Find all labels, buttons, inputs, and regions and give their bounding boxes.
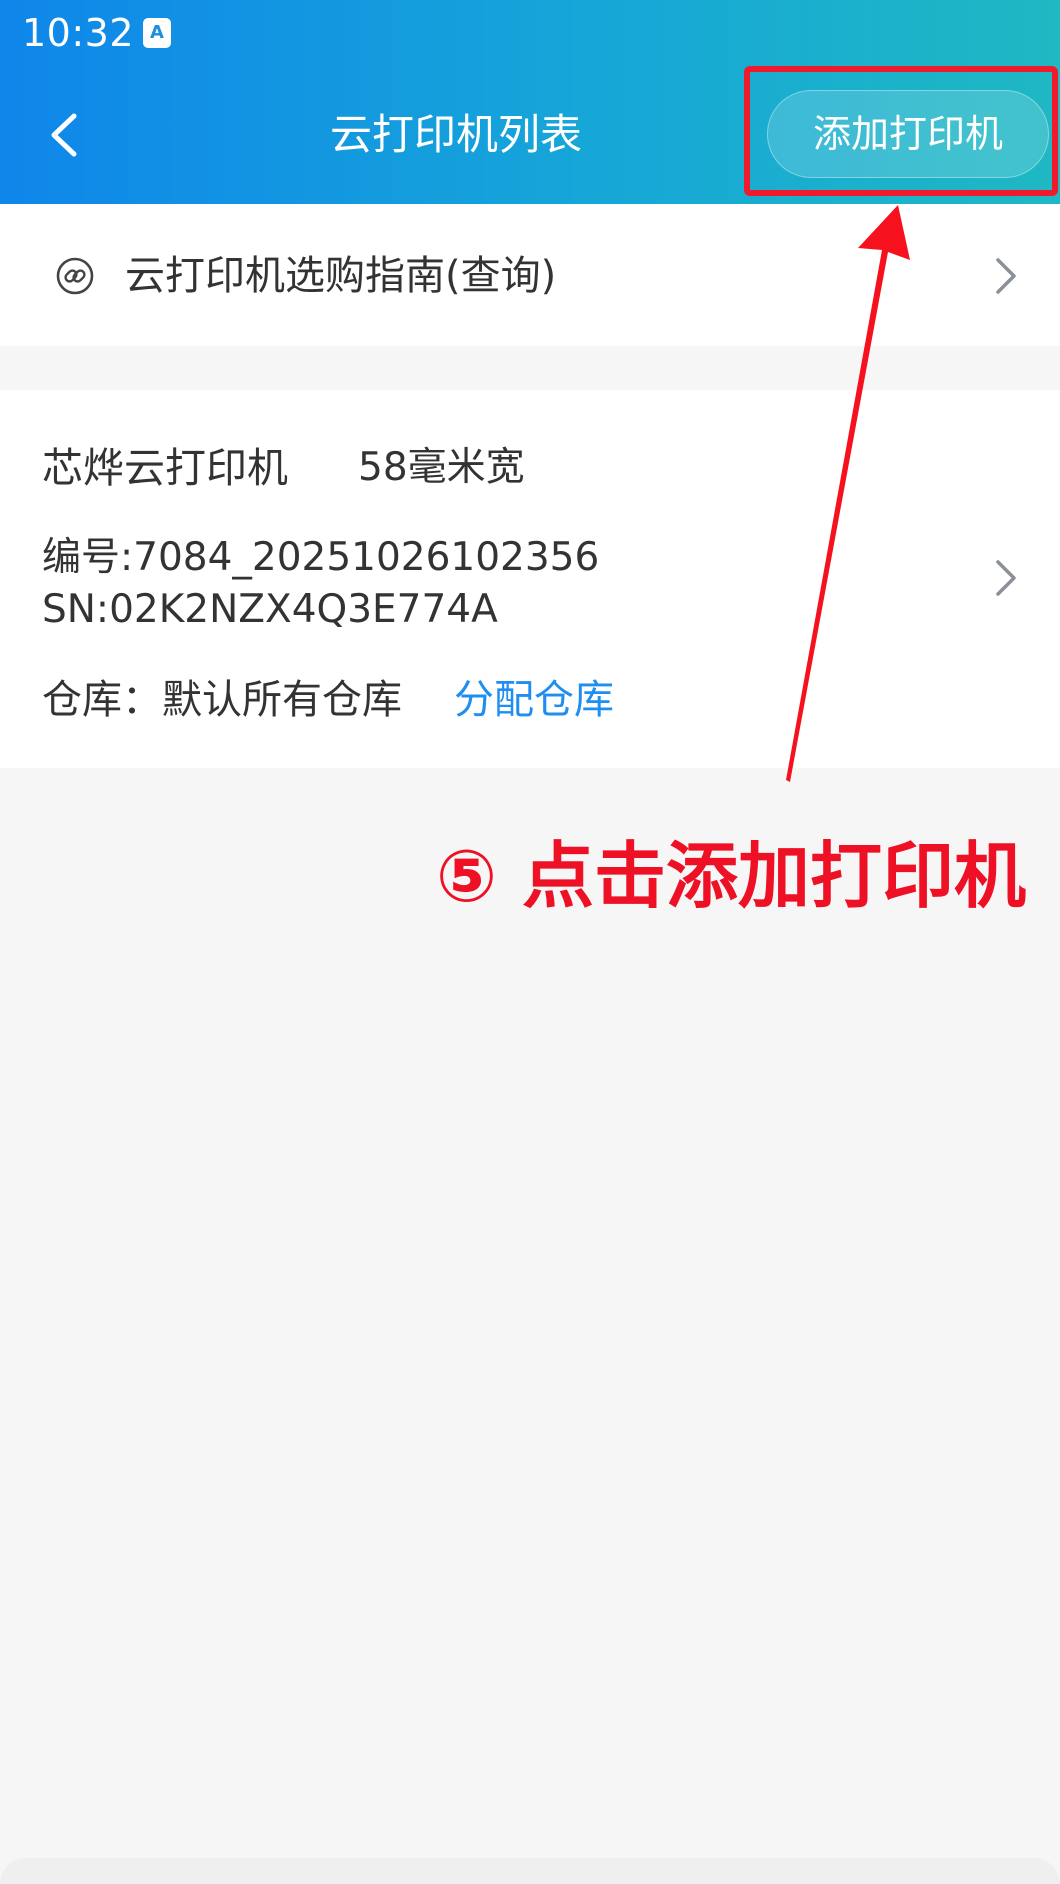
printer-sn: SN:02K2NZX4Q3E774A: [42, 587, 498, 632]
assign-warehouse-link[interactable]: 分配仓库: [454, 672, 614, 728]
chevron-left-icon: [51, 113, 77, 157]
annotation-text: ⑤ 点击添加打印机: [436, 834, 1027, 918]
printer-warehouse: 仓库：默认所有仓库: [42, 677, 402, 723]
status-time: 10:32: [22, 11, 135, 55]
printer-paper-width: 58毫米宽: [358, 445, 525, 490]
chevron-right-icon: [996, 560, 1016, 596]
purchase-guide-label: 云打印机选购指南(查询): [125, 253, 557, 299]
screen-bottom-edge: [0, 1858, 1060, 1884]
printer-name: 芯烨云打印机: [42, 444, 288, 492]
printer-list-item[interactable]: 芯烨云打印机 58毫米宽 编号:7084_20251026102356 SN:0…: [0, 390, 1060, 768]
highlight-annotation-box: [744, 66, 1058, 196]
notification-app-icon: A: [143, 18, 171, 48]
chevron-right-icon: [996, 258, 1016, 294]
back-button[interactable]: [30, 100, 100, 170]
printer-number: 编号:7084_20251026102356: [42, 535, 600, 580]
purchase-guide-row[interactable]: 云打印机选购指南(查询): [0, 204, 1060, 346]
page-title: 云打印机列表: [330, 110, 583, 159]
link-circle-icon: [56, 257, 94, 295]
screen: 10:32 A 云打印机列表 添加打印机 云打印机选购指南(查询) 芯烨云打印机…: [0, 0, 1060, 1884]
